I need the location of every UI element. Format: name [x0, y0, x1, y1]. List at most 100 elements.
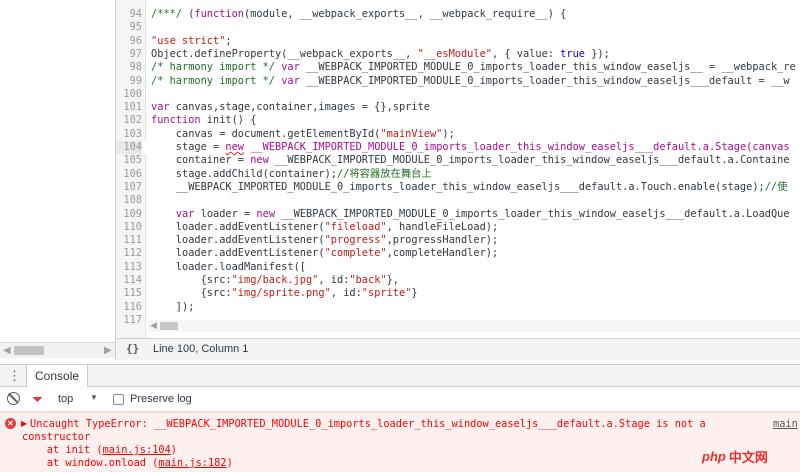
code-line[interactable]: 106 stage.addChild(container);//将容器放在舞台上: [116, 168, 800, 181]
code-line[interactable]: 101 var canvas,stage,container,images = {…: [116, 101, 800, 114]
scroll-left-arrow-icon[interactable]: ◀: [150, 320, 157, 331]
clear-console-icon[interactable]: [7, 392, 20, 405]
line-number[interactable]: 100: [116, 88, 142, 101]
code-text: {src:"img/sprite.png", id:"sprite"}: [151, 287, 418, 300]
line-number[interactable]: 99: [116, 75, 142, 88]
code-text: container = new __WEBPACK_IMPORTED_MODUL…: [151, 154, 790, 167]
code-line[interactable]: 100: [116, 88, 800, 101]
chevron-down-icon[interactable]: ▼: [90, 393, 98, 402]
scroll-right-arrow-icon[interactable]: ▶: [104, 345, 112, 356]
execution-context-select[interactable]: top: [58, 393, 73, 405]
line-number[interactable]: 116: [116, 301, 142, 314]
code-text: loader.loadManifest([: [151, 260, 306, 273]
scroll-left-arrow-icon[interactable]: ◀: [3, 345, 11, 356]
code-text: Object.defineProperty(__webpack_exports_…: [151, 47, 610, 60]
code-line[interactable]: 112 loader.addEventListener("complete",c…: [116, 247, 800, 260]
line-number[interactable]: 115: [116, 287, 142, 300]
code-text: loader.addEventListener("progress",progr…: [151, 234, 499, 247]
code-line[interactable]: 115 {src:"img/sprite.png", id:"sprite"}: [116, 287, 800, 300]
line-number[interactable]: 109: [116, 208, 142, 221]
code-line[interactable]: 110 loader.addEventListener("fileload", …: [116, 221, 800, 234]
line-number[interactable]: 98: [116, 61, 142, 74]
console-error-message: ✕ ▶ Uncaught TypeError: __WEBPACK_IMPORT…: [0, 412, 800, 472]
error-source-link[interactable]: main: [773, 418, 798, 431]
console-toolbar: ⏷ top ▼ Preserve log: [0, 388, 800, 412]
line-number[interactable]: 107: [116, 181, 142, 194]
code-text: /* harmony import */ var __WEBPACK_IMPOR…: [151, 74, 790, 87]
tab-console[interactable]: Console: [26, 365, 89, 387]
scrollbar-thumb[interactable]: [14, 346, 44, 355]
line-number[interactable]: 114: [116, 274, 142, 287]
code-line[interactable]: 95: [116, 21, 800, 34]
pretty-print-button[interactable]: {}: [126, 342, 139, 355]
watermark-site-name: 中文网: [728, 449, 768, 465]
code-text: /* harmony import */ var __WEBPACK_IMPOR…: [151, 61, 796, 74]
code-line[interactable]: 116 ]);: [116, 301, 800, 314]
code-text: stage.addChild(container);//将容器放在舞台上: [151, 167, 432, 180]
code-line[interactable]: 109 var loader = new __WEBPACK_IMPORTED_…: [116, 208, 800, 221]
code-text: /***/ (function(module, __webpack_export…: [151, 8, 567, 20]
code-line[interactable]: 108: [116, 194, 800, 207]
code-line[interactable]: 104 stage = new __WEBPACK_IMPORTED_MODUL…: [116, 141, 800, 155]
expand-triangle-icon[interactable]: ▶: [21, 419, 27, 428]
error-text-line2: constructor: [22, 431, 91, 443]
line-number[interactable]: 108: [116, 194, 142, 207]
code-text: function init() {: [151, 114, 257, 127]
code-text: ]);: [151, 300, 195, 313]
preserve-log-label[interactable]: Preserve log: [130, 393, 192, 405]
code-text: var canvas,stage,container,images = {},s…: [151, 101, 430, 114]
line-number[interactable]: 106: [116, 168, 142, 181]
code-line[interactable]: 111 loader.addEventListener("progress",p…: [116, 234, 800, 247]
code-line[interactable]: 103 canvas = document.getElementById("ma…: [116, 128, 800, 141]
stack-frame-link[interactable]: main.js:104: [103, 444, 171, 456]
watermark-logo: php: [702, 448, 726, 464]
code-line[interactable]: 105 container = new __WEBPACK_IMPORTED_M…: [116, 154, 800, 167]
line-number[interactable]: 104: [116, 141, 142, 155]
code-text: loader.addEventListener("complete",compl…: [151, 247, 499, 260]
code-line[interactable]: 98 /* harmony import */ var __WEBPACK_IMP…: [116, 61, 800, 74]
line-number[interactable]: 103: [116, 128, 142, 141]
code-text: loader.addEventListener("fileload", hand…: [151, 220, 499, 233]
line-number[interactable]: 105: [116, 154, 142, 167]
error-text-line1: Uncaught TypeError: __WEBPACK_IMPORTED_M…: [30, 418, 706, 430]
code-text: canvas = document.getElementById("mainVi…: [151, 127, 455, 140]
code-text: {src:"img/back.jpg", id:"back"},: [151, 274, 399, 286]
file-navigator-pane: [0, 0, 115, 338]
line-number[interactable]: 102: [116, 114, 142, 127]
code-text: stage = new __WEBPACK_IMPORTED_MODULE_0_…: [151, 141, 790, 153]
editor-horizontal-scrollbar[interactable]: ◀: [148, 320, 800, 332]
code-text: "use strict";: [151, 34, 232, 47]
line-number[interactable]: 94: [116, 8, 142, 21]
line-number[interactable]: 110: [116, 221, 142, 234]
stack-frame-link[interactable]: main.js:182: [158, 457, 226, 469]
code-line[interactable]: 114 {src:"img/back.jpg", id:"back"},: [116, 274, 800, 287]
line-number[interactable]: 117: [116, 314, 142, 327]
more-tools-icon[interactable]: ⋮: [8, 368, 21, 384]
line-number[interactable]: 111: [116, 234, 142, 247]
code-text: var loader = new __WEBPACK_IMPORTED_MODU…: [175, 207, 790, 220]
stack-frame: at init (main.js:104): [22, 444, 177, 456]
code-line[interactable]: 96 "use strict";: [116, 35, 800, 48]
line-number[interactable]: 97: [116, 48, 142, 61]
line-number[interactable]: 95: [116, 21, 142, 34]
code-line[interactable]: 97 Object.defineProperty(__webpack_export…: [116, 48, 800, 61]
filter-icon[interactable]: ⏷: [32, 391, 43, 408]
code-line[interactable]: 107 __WEBPACK_IMPORTED_MODULE_0_imports_…: [116, 181, 800, 194]
code-line[interactable]: 99 /* harmony import */ var __WEBPACK_IMP…: [116, 75, 800, 88]
cursor-position: Line 100, Column 1: [153, 343, 249, 355]
code-line[interactable]: 102 function init() {: [116, 114, 800, 127]
line-number[interactable]: 112: [116, 247, 142, 260]
preserve-log-checkbox[interactable]: [113, 394, 124, 405]
line-number[interactable]: 101: [116, 101, 142, 114]
line-number[interactable]: 113: [116, 261, 142, 274]
code-line[interactable]: 94 /***/ (function(module, __webpack_expo…: [116, 8, 800, 21]
drawer-tab-bar: ⋮ Console: [0, 364, 800, 387]
line-number[interactable]: 96: [116, 35, 142, 48]
scrollbar-thumb[interactable]: [160, 322, 178, 330]
watermark: php 中文网: [702, 444, 794, 468]
code-line[interactable]: 113 loader.loadManifest([: [116, 261, 800, 274]
stack-frame: at window.onload (main.js:182): [22, 457, 233, 469]
navigator-horizontal-scrollbar[interactable]: ◀ ▶: [0, 342, 115, 358]
editor-status-bar: {} Line 100, Column 1: [115, 338, 800, 360]
source-code-editor[interactable]: 94 /***/ (function(module, __webpack_expo…: [115, 0, 800, 338]
